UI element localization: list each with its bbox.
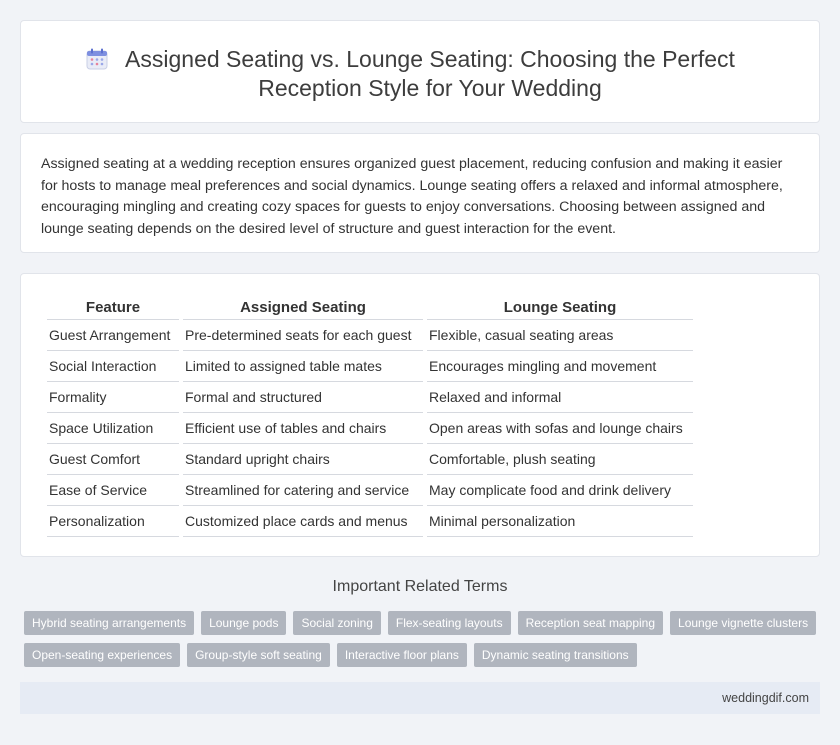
- table-cell: Formal and structured: [183, 382, 423, 413]
- table-cell: Relaxed and informal: [427, 382, 693, 413]
- table-row: Guest Comfort Standard upright chairs Co…: [47, 444, 693, 475]
- table-cell: Limited to assigned table mates: [183, 351, 423, 382]
- table-cell: Customized place cards and menus: [183, 506, 423, 537]
- table-cell: Ease of Service: [47, 475, 179, 506]
- related-term-tag[interactable]: Flex-seating layouts: [387, 611, 511, 635]
- footer-site-link[interactable]: weddingdif.com: [722, 691, 809, 705]
- intro-text: Assigned seating at a wedding reception …: [41, 156, 783, 237]
- table-row: Formality Formal and structured Relaxed …: [47, 382, 693, 413]
- table-row: Space Utilization Efficient use of table…: [47, 413, 693, 444]
- table-cell: Guest Arrangement: [47, 320, 179, 351]
- related-term-tag[interactable]: Open-seating experiences: [24, 643, 181, 667]
- table-cell: Standard upright chairs: [183, 444, 423, 475]
- comparison-card: Feature Assigned Seating Lounge Seating …: [20, 273, 820, 557]
- table-row: Personalization Customized place cards a…: [47, 506, 693, 537]
- table-row: Social Interaction Limited to assigned t…: [47, 351, 693, 382]
- table-cell: Space Utilization: [47, 413, 179, 444]
- related-term-tag[interactable]: Lounge vignette clusters: [670, 611, 817, 635]
- related-term-tag[interactable]: Group-style soft seating: [187, 643, 330, 667]
- table-cell: Pre-determined seats for each guest: [183, 320, 423, 351]
- footer: weddingdif.com: [20, 682, 820, 714]
- header-card: Assigned Seating vs. Lounge Seating: Cho…: [20, 20, 820, 123]
- table-cell: Comfortable, plush seating: [427, 444, 693, 475]
- table-cell: Minimal personalization: [427, 506, 693, 537]
- table-cell: Social Interaction: [47, 351, 179, 382]
- column-header-lounge: Lounge Seating: [427, 296, 693, 320]
- table-cell: Encourages mingling and movement: [427, 351, 693, 382]
- related-terms-title: Important Related Terms: [332, 578, 508, 595]
- comparison-table: Feature Assigned Seating Lounge Seating …: [43, 296, 697, 537]
- page-title: Assigned Seating vs. Lounge Seating: Cho…: [125, 46, 735, 101]
- table-cell: Open areas with sofas and lounge chairs: [427, 413, 693, 444]
- related-term-tag[interactable]: Reception seat mapping: [517, 611, 664, 635]
- table-row: Ease of Service Streamlined for catering…: [47, 475, 693, 506]
- table-row: Guest Arrangement Pre-determined seats f…: [47, 320, 693, 351]
- column-header-feature: Feature: [47, 296, 179, 320]
- related-term-tag[interactable]: Social zoning: [293, 611, 381, 635]
- related-term-tag[interactable]: Lounge pods: [201, 611, 287, 635]
- related-term-tag[interactable]: Hybrid seating arrangements: [24, 611, 195, 635]
- intro-card: Assigned seating at a wedding reception …: [20, 133, 820, 253]
- table-header-row: Feature Assigned Seating Lounge Seating: [47, 296, 693, 320]
- table-cell: Formality: [47, 382, 179, 413]
- related-term-tag[interactable]: Interactive floor plans: [336, 643, 467, 667]
- related-terms-list: Hybrid seating arrangements Lounge pods …: [24, 611, 824, 667]
- table-cell: Flexible, casual seating areas: [427, 320, 693, 351]
- related-term-tag[interactable]: Dynamic seating transitions: [473, 643, 637, 667]
- column-header-assigned: Assigned Seating: [183, 296, 423, 320]
- table-cell: Streamlined for catering and service: [183, 475, 423, 506]
- table-cell: Guest Comfort: [47, 444, 179, 475]
- table-cell: Efficient use of tables and chairs: [183, 413, 423, 444]
- table-cell: May complicate food and drink delivery: [427, 475, 693, 506]
- table-cell: Personalization: [47, 506, 179, 537]
